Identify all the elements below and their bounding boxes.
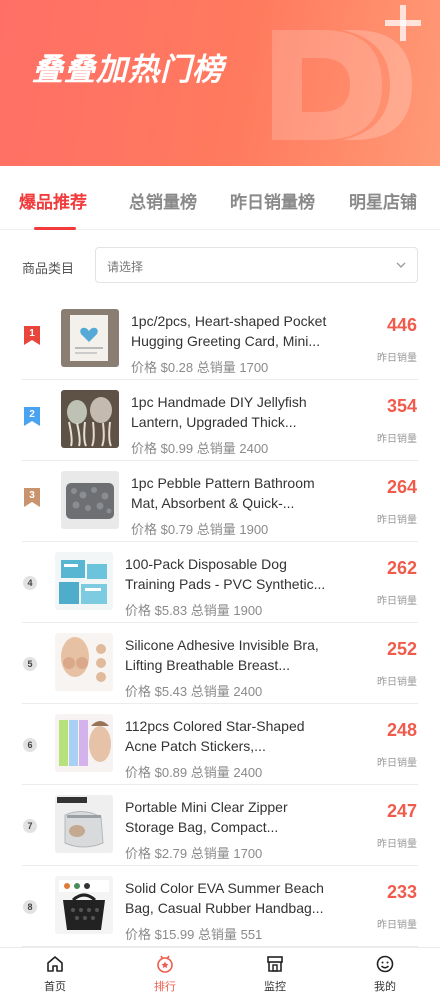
product-image xyxy=(61,471,119,529)
list-item[interactable]: 7 Portable Mini Clear Zipper Storage Bag… xyxy=(22,785,418,866)
sales-count: 354 xyxy=(386,396,417,416)
nav-ranking[interactable]: 排行 xyxy=(135,954,195,994)
product-meta: 价格 $0.28 总销量 1700 xyxy=(131,360,269,375)
sales-count-label: 昨日销量 xyxy=(377,839,417,850)
sales-count: 262 xyxy=(386,558,417,578)
ranking-icon xyxy=(157,955,173,973)
product-meta: 价格 $0.79 总销量 1900 xyxy=(131,522,269,537)
product-image xyxy=(61,390,119,448)
list-item[interactable]: 5 Silicone Adhesive Invisible Bra, Lifti… xyxy=(22,623,418,704)
nav-profile[interactable]: 我的 xyxy=(355,954,415,994)
rank-number: 2 xyxy=(29,409,35,420)
sales-count-label: 昨日销量 xyxy=(377,758,417,769)
sales-count: 446 xyxy=(386,315,417,335)
rank-number: 3 xyxy=(29,490,35,501)
tab-hot-products[interactable]: 爆品推荐 xyxy=(19,188,87,213)
category-filter: 商品类目 请选择 xyxy=(0,231,440,299)
sales-count: 248 xyxy=(386,720,417,740)
tab-bar: 爆品推荐 总销量榜 昨日销量榜 明星店铺 xyxy=(0,166,440,230)
rank-number: 6 xyxy=(23,738,37,752)
product-title: 1pc Pebble Pattern Bathroom Mat, Absorbe… xyxy=(131,475,315,511)
nav-monitor[interactable]: 监控 xyxy=(245,954,305,994)
product-meta: 价格 $0.99 总销量 2400 xyxy=(131,441,269,456)
product-meta: 价格 $5.43 总销量 2400 xyxy=(125,684,263,699)
product-image xyxy=(55,795,113,853)
product-title: 112pcs Colored Star-Shaped Acne Patch St… xyxy=(125,718,305,754)
product-title: Solid Color EVA Summer Beach Bag, Casual… xyxy=(125,880,324,916)
product-meta: 价格 $15.99 总销量 551 xyxy=(125,927,263,942)
rank-number: 8 xyxy=(23,900,37,914)
sales-count-label: 昨日销量 xyxy=(377,677,417,688)
list-item[interactable]: 8 Solid Color EVA Summer Beach Bag, Casu… xyxy=(22,866,418,947)
header-banner: 叠叠加热门榜 xyxy=(0,0,440,166)
category-select[interactable]: 请选择 xyxy=(95,247,418,283)
active-tab-indicator xyxy=(34,227,76,230)
sales-count-label: 昨日销量 xyxy=(377,353,417,364)
nav-home[interactable]: 首页 xyxy=(25,954,85,994)
category-label: 商品类目 xyxy=(22,262,75,277)
brand-logo-icon xyxy=(272,5,421,140)
rank-number: 1 xyxy=(29,328,35,339)
product-meta: 价格 $5.83 总销量 1900 xyxy=(125,603,263,618)
product-title: 100-Pack Disposable Dog Training Pads - … xyxy=(125,556,326,592)
product-image xyxy=(55,876,113,934)
profile-icon xyxy=(376,955,394,973)
product-image xyxy=(61,309,119,367)
sales-count: 247 xyxy=(386,801,417,821)
page-title: 叠叠加热门榜 xyxy=(32,52,224,88)
product-meta: 价格 $0.89 总销量 2400 xyxy=(125,765,263,780)
category-select-placeholder: 请选择 xyxy=(107,260,144,274)
nav-home-label: 首页 xyxy=(44,980,66,993)
sales-count: 233 xyxy=(386,882,417,902)
sales-count-label: 昨日销量 xyxy=(377,596,417,607)
product-meta: 价格 $2.79 总销量 1700 xyxy=(125,846,263,861)
list-item[interactable]: 3 1pc Pebble Pattern Bathroom Mat, Absor… xyxy=(22,461,418,542)
sales-count-label: 昨日销量 xyxy=(377,920,417,931)
nav-profile-label: 我的 xyxy=(374,980,396,993)
nav-ranking-label: 排行 xyxy=(154,980,176,993)
nav-monitor-label: 监控 xyxy=(264,980,286,993)
sales-count-label: 昨日销量 xyxy=(377,515,417,526)
product-image xyxy=(55,633,113,691)
ranking-list: 1 1pc/2pcs, Heart-shaped Pocket Hugging … xyxy=(22,299,418,947)
chevron-down-icon xyxy=(396,262,406,268)
list-item[interactable]: 2 1pc Handmade DIY Jellyfish Lantern, Up… xyxy=(22,380,418,461)
sales-count: 252 xyxy=(386,639,417,659)
rank-number: 5 xyxy=(23,657,37,671)
sales-count: 264 xyxy=(386,477,417,497)
tab-star-shops[interactable]: 明星店铺 xyxy=(349,188,417,213)
sales-count-label: 昨日销量 xyxy=(377,434,417,445)
product-image xyxy=(55,714,113,772)
product-title: Silicone Adhesive Invisible Bra, Lifting… xyxy=(125,637,319,673)
list-item[interactable]: 4 100-Pack Disposable Dog Training Pads … xyxy=(22,542,418,623)
rank-number: 4 xyxy=(23,576,37,590)
bottom-nav: 首页 排行 监控 我的 xyxy=(0,947,440,998)
product-title: 1pc Handmade DIY Jellyfish Lantern, Upgr… xyxy=(131,394,307,430)
monitor-icon xyxy=(267,956,283,972)
rank-number: 7 xyxy=(23,819,37,833)
product-image xyxy=(55,552,113,610)
tab-yesterday-sales[interactable]: 昨日销量榜 xyxy=(230,188,315,213)
product-title: 1pc/2pcs, Heart-shaped Pocket Hugging Gr… xyxy=(131,313,327,349)
list-item[interactable]: 1 1pc/2pcs, Heart-shaped Pocket Hugging … xyxy=(22,299,418,380)
home-icon xyxy=(47,956,63,972)
tab-total-sales[interactable]: 总销量榜 xyxy=(129,188,197,213)
list-item[interactable]: 6 112pcs Colored Star-Shaped Acne Patch … xyxy=(22,704,418,785)
product-title: Portable Mini Clear Zipper Storage Bag, … xyxy=(125,799,288,835)
